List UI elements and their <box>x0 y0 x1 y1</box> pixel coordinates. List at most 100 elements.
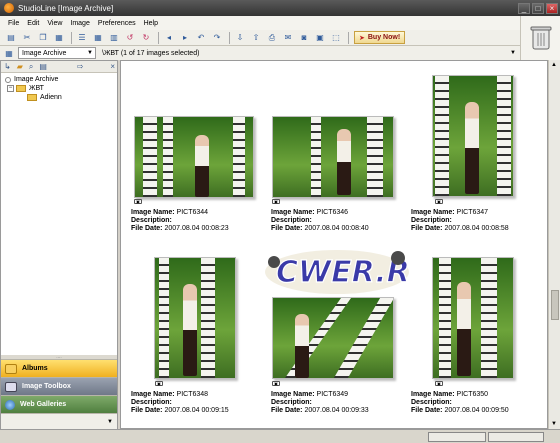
tree-up-icon[interactable]: ↳ <box>4 62 11 71</box>
export-folder-icon[interactable]: ⇨ <box>77 62 84 71</box>
camera-icon: ▣ <box>272 381 280 386</box>
minimize-button[interactable]: _ <box>518 2 530 14</box>
thumbnail-pict6347[interactable] <box>432 75 514 197</box>
image-toolbox-panel-button[interactable]: Image Toolbox <box>1 377 117 395</box>
back-icon[interactable]: ◂ <box>162 32 176 44</box>
vertical-scrollbar[interactable]: ▲ ▼ <box>548 60 560 429</box>
camera-icon: ▣ <box>435 199 443 204</box>
file-date-label: File Date: <box>131 407 163 414</box>
image-info-pict6344: Image Name: PICT6344 Description: File D… <box>131 209 229 233</box>
file-date-value: 2007.08.04 00:08:40 <box>304 225 369 232</box>
close-panel-icon[interactable]: × <box>110 62 115 71</box>
web-galleries-panel-button[interactable]: Web Galleries <box>1 395 117 413</box>
thumbnail-pict6348[interactable] <box>154 257 236 379</box>
forward-icon[interactable]: ▸ <box>178 32 192 44</box>
folder-tree: Image Archive − ЖВТ Adienn <box>1 73 117 104</box>
buy-now-button[interactable]: ➤ Buy Now! <box>354 31 406 44</box>
paste-icon[interactable]: ▦ <box>52 32 66 44</box>
image-info-pict6347: Image Name: PICT6347 Description: File D… <box>411 209 509 233</box>
camera-icon[interactable]: ◙ <box>297 32 311 44</box>
menu-help[interactable]: Help <box>140 20 162 27</box>
sidebar-toolbar: ↳ ▰ ⌕ ▤ ⇨ × <box>1 61 117 73</box>
menu-file[interactable]: File <box>4 20 23 27</box>
chevron-down-icon: ▼ <box>107 419 113 425</box>
publish-icon[interactable]: ⬚ <box>329 32 343 44</box>
title-bar: StudioLine [Image Archive] _ □ × <box>0 0 560 16</box>
new-icon[interactable]: ▤ <box>4 32 18 44</box>
new-folder-icon[interactable]: ▰ <box>17 62 23 71</box>
chevron-down-icon: ▼ <box>87 50 93 56</box>
image-name-label: Image Name: <box>271 209 315 216</box>
menu-image[interactable]: Image <box>66 20 93 27</box>
description-label: Description: <box>271 399 312 406</box>
albums-panel-button[interactable]: Albums <box>1 359 117 377</box>
studioline-app-icon[interactable] <box>4 3 14 13</box>
tree-item-image-archive[interactable]: Image Archive <box>5 75 113 84</box>
status-progress <box>428 432 486 442</box>
email-icon[interactable]: ✉ <box>281 32 295 44</box>
tree-item-label: Image Archive <box>14 76 59 83</box>
tree-item-adienn[interactable]: Adienn <box>5 93 113 102</box>
collapse-toggle-icon[interactable]: − <box>7 85 14 92</box>
import-icon[interactable]: ⇩ <box>233 32 247 44</box>
albums-icon <box>5 363 17 374</box>
menu-bar: File Edit View Image Preferences Help <box>0 16 520 30</box>
image-info-pict6349: Image Name: PICT6349 Description: File D… <box>271 391 369 415</box>
undo-icon[interactable]: ↶ <box>194 32 208 44</box>
toolbar-separator <box>348 31 349 44</box>
close-button[interactable]: × <box>546 2 558 14</box>
toolbar-separator <box>229 31 230 44</box>
slideshow-icon[interactable]: ▣ <box>313 32 327 44</box>
folder-icon <box>27 94 37 101</box>
menu-edit[interactable]: Edit <box>23 20 43 27</box>
image-name-label: Image Name: <box>131 391 175 398</box>
search-icon[interactable]: ⌕ <box>29 62 33 72</box>
trash-bin[interactable] <box>520 16 560 60</box>
scroll-down-icon[interactable]: ▼ <box>551 421 557 427</box>
description-label: Description: <box>411 217 452 224</box>
folder-icon <box>16 85 26 92</box>
thumbnail-pict6344[interactable] <box>134 116 254 198</box>
file-date-label: File Date: <box>271 407 303 414</box>
status-info <box>488 432 544 442</box>
sidebar-panels: .... Albums Image Toolbox Web Galleries … <box>1 355 117 431</box>
thumbnail-pict6346[interactable] <box>272 116 394 198</box>
print-icon[interactable]: ⎙ <box>265 32 279 44</box>
menu-view[interactable]: View <box>43 20 66 27</box>
photo-image <box>135 117 253 197</box>
view-list-icon[interactable]: ☰ <box>75 32 89 44</box>
path-dropdown[interactable]: ▼ <box>508 47 518 59</box>
image-name-label: Image Name: <box>271 391 315 398</box>
photo-image <box>433 258 513 378</box>
scroll-up-icon[interactable]: ▲ <box>551 62 557 68</box>
image-toolbox-label: Image Toolbox <box>22 383 71 390</box>
properties-icon[interactable]: ▤ <box>39 62 47 71</box>
view-thumbnails-icon[interactable]: ▦ <box>91 32 105 44</box>
description-label: Description: <box>131 399 172 406</box>
export-icon[interactable]: ⇧ <box>249 32 263 44</box>
scrollbar-thumb[interactable] <box>551 290 559 320</box>
thumbnail-pict6350[interactable] <box>432 257 514 379</box>
image-name-value: PICT6346 <box>316 209 349 216</box>
main-toolbar: ▤ ✂ ❐ ▦ ☰ ▦ ▥ ↺ ↻ ◂ ▸ ↶ ↷ ⇩ ⇧ ⎙ ✉ ◙ ▣ ⬚ … <box>0 30 520 46</box>
file-date-label: File Date: <box>271 225 303 232</box>
cwer-watermark-logo: CWER.RU <box>265 250 412 294</box>
file-date-label: File Date: <box>131 225 163 232</box>
cut-icon[interactable]: ✂ <box>20 32 34 44</box>
view-details-icon[interactable]: ▥ <box>107 32 121 44</box>
status-bar <box>0 429 560 443</box>
menu-preferences[interactable]: Preferences <box>94 20 140 27</box>
sidebar: ↳ ▰ ⌕ ▤ ⇨ × Image Archive − ЖВТ Adienn .… <box>0 60 118 431</box>
redo-icon[interactable]: ↷ <box>210 32 224 44</box>
image-toolbox-icon <box>5 381 17 392</box>
thumbnail-pict6349[interactable] <box>272 297 394 379</box>
archive-selector-value: Image Archive <box>22 49 67 57</box>
archive-selector[interactable]: Image Archive ▼ <box>18 47 96 59</box>
maximize-button[interactable]: □ <box>532 2 544 14</box>
file-date-value: 2007.08.04 00:09:33 <box>304 407 369 414</box>
rotate-left-icon[interactable]: ↺ <box>123 32 137 44</box>
photo-image <box>433 76 513 196</box>
tree-item-zhvt[interactable]: − ЖВТ <box>5 84 113 93</box>
copy-icon[interactable]: ❐ <box>36 32 50 44</box>
rotate-right-icon[interactable]: ↻ <box>139 32 153 44</box>
